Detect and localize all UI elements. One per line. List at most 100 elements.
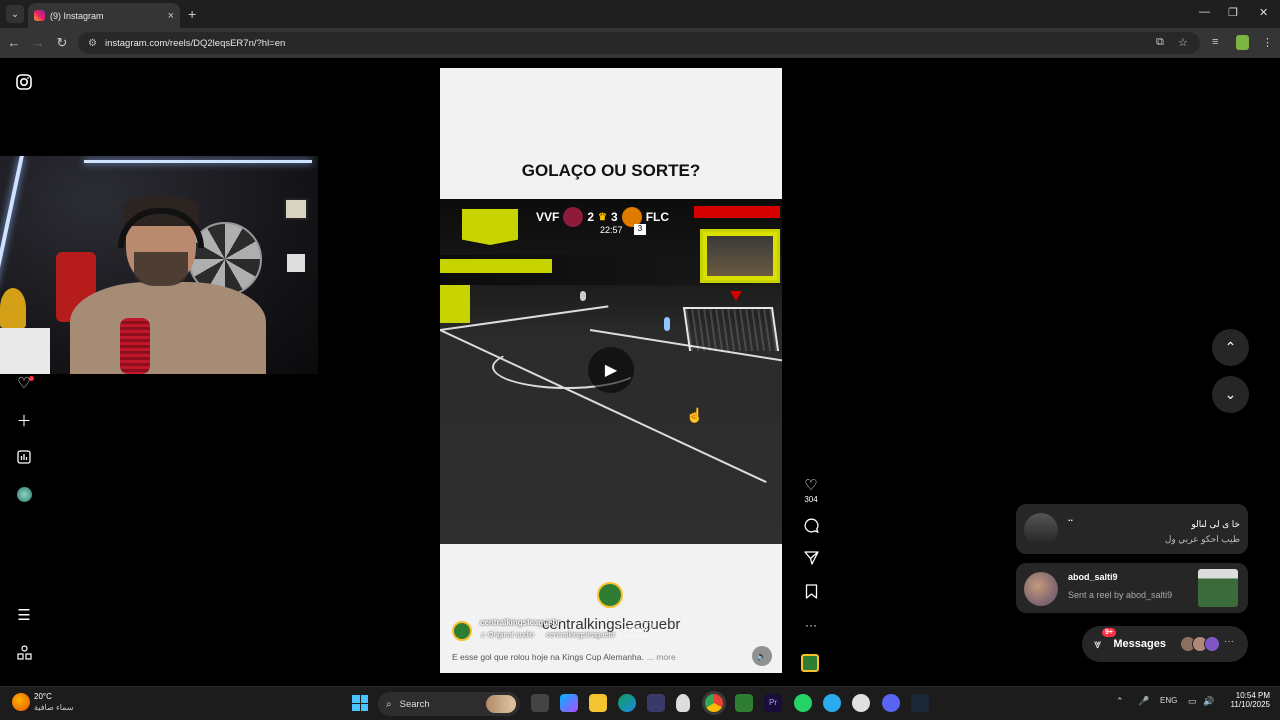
site-info-icon[interactable]: ⚙ <box>88 38 97 49</box>
weather-icon[interactable] <box>12 693 30 711</box>
windows-taskbar: 20°C سماء صافية ⌕ Search Pr ⌃ 🎤 ENG ▭ 🔊 … <box>0 686 1280 720</box>
message-preview: Sent a reel by abod_salti9 <box>1068 590 1173 600</box>
next-reel-chevron-down-icon[interactable]: ⌄ <box>1212 376 1249 413</box>
whatsapp-icon[interactable] <box>794 694 812 712</box>
start-windows-icon[interactable] <box>352 695 368 711</box>
match-banner <box>694 206 780 218</box>
ghost-app-icon[interactable] <box>676 694 690 712</box>
follow-button[interactable]: Follow <box>618 622 654 637</box>
file-explorer-icon[interactable] <box>589 694 607 712</box>
system-clock[interactable]: 10:54 PM 11/10/2025 <box>1226 691 1270 709</box>
weather-temperature[interactable]: 20°C <box>34 692 52 701</box>
dashboard-chart-icon[interactable] <box>14 447 34 467</box>
like-count: 304 <box>804 495 818 504</box>
browser-menu-icon[interactable]: ⋮ <box>1262 36 1273 49</box>
weather-description[interactable]: سماء صافية <box>34 703 74 712</box>
scoreboard: VVF 2 ♛ 3 FLC <box>536 207 669 227</box>
author-username[interactable]: centralkingsleaguebr <box>480 618 560 627</box>
close-window-button[interactable]: ✕ <box>1259 6 1268 19</box>
messenger-send-icon: ⩔ 9+ <box>1094 628 1116 652</box>
instagram-logo-icon[interactable] <box>14 72 34 92</box>
url-text: instagram.com/reels/DQ2leqsER7n/?hl=en <box>104 37 286 49</box>
store-icon[interactable] <box>647 694 665 712</box>
neon-light-top <box>84 160 312 163</box>
browser-tab[interactable]: (9) Instagram × <box>28 3 180 28</box>
stadium-screen <box>700 229 780 283</box>
messages-button[interactable]: ⩔ 9+ Messages ··· <box>1082 626 1248 662</box>
reel-card[interactable]: GOLAÇO OU SORTE? VVF 2 ♛ 3 FLC 22:57 3 ▶… <box>440 68 782 673</box>
tab-close-icon[interactable]: × <box>168 10 174 22</box>
play-button[interactable]: ▶ <box>588 347 634 393</box>
save-bookmark-icon[interactable] <box>800 584 822 603</box>
caption-more-link[interactable]: ... more <box>647 652 676 662</box>
back-arrow-icon[interactable]: ← <box>6 35 22 50</box>
input-language[interactable]: ENG <box>1160 696 1177 705</box>
audio-author[interactable]: centralkingsleaguebr <box>546 630 615 639</box>
edge-icon[interactable] <box>618 694 636 712</box>
install-app-icon[interactable]: ⧉ <box>1156 36 1164 49</box>
mute-speaker-icon[interactable]: 🔈 <box>752 646 772 666</box>
discord-icon[interactable] <box>882 694 900 712</box>
share-send-icon[interactable] <box>800 550 822 569</box>
audio-thumbnail[interactable] <box>801 654 819 672</box>
taskbar-search[interactable]: ⌕ Search <box>378 692 520 716</box>
create-plus-icon[interactable]: ＋ <box>14 410 34 430</box>
premiere-pro-icon[interactable]: Pr <box>764 694 782 712</box>
task-view-icon[interactable] <box>531 694 549 712</box>
home-crest-icon <box>563 207 584 227</box>
home-score: 2 <box>587 210 595 224</box>
audio-label[interactable]: ♫ Original audio <box>480 630 534 639</box>
reel-video[interactable]: VVF 2 ♛ 3 FLC 22:57 3 ▶ ☝ <box>440 199 782 544</box>
like-heart-icon[interactable]: ♡ <box>800 476 822 494</box>
neon-light-left <box>0 156 24 286</box>
reel-caption: E esse gol que rolou hoje na Kings Cup A… <box>452 652 676 662</box>
reel-title: GOLAÇO OU SORTE? <box>521 161 701 180</box>
app-icon[interactable] <box>735 694 753 712</box>
bookmark-star-icon[interactable]: ☆ <box>1178 36 1188 49</box>
tray-overflow-icon[interactable]: ⌃ <box>1116 696 1124 707</box>
streamer-beard <box>134 252 188 286</box>
match-period: 3 <box>634 224 646 235</box>
notification-dot <box>29 376 34 381</box>
music-app-icon[interactable] <box>852 694 870 712</box>
minimize-button[interactable]: — <box>1199 6 1210 18</box>
instagram-reels-page: ♡ ＋ ☰ GOLAÇO OU SORTE? VVF 2 ♛ 3 FLC 22:… <box>0 58 1280 686</box>
previous-reel-chevron-up-icon[interactable]: ⌃ <box>1212 329 1249 366</box>
address-bar[interactable]: ⚙ instagram.com/reels/DQ2leqsER7n/?hl=en… <box>78 32 1200 54</box>
trophy-decor <box>0 288 26 328</box>
match-clock: 22:57 <box>600 225 623 235</box>
network-icon[interactable]: ▭ <box>1188 696 1197 707</box>
tab-search-dropdown-icon[interactable]: ⌄ <box>6 5 24 23</box>
message-preview-line1: خا ى لى لىالو <box>1191 519 1240 529</box>
more-menu-icon[interactable]: ☰ <box>14 605 34 625</box>
more-chats-icon[interactable]: ··· <box>1224 636 1234 647</box>
reload-icon[interactable]: ↻ <box>54 35 70 51</box>
profile-avatar[interactable] <box>14 484 34 504</box>
chrome-icon[interactable] <box>705 694 723 712</box>
clock-date: 11/10/2025 <box>1230 700 1270 709</box>
browser-toolbar: ← → ↻ ⚙ instagram.com/reels/DQ2leqsER7n/… <box>0 28 1280 58</box>
comment-icon[interactable] <box>800 518 822 537</box>
reading-list-icon[interactable]: ≡ <box>1212 36 1218 48</box>
telegram-icon[interactable] <box>823 694 841 712</box>
more-options-icon[interactable]: ··· <box>800 618 822 632</box>
extension-icon[interactable] <box>1236 35 1249 50</box>
new-tab-button[interactable]: + <box>188 6 196 22</box>
steam-icon[interactable] <box>911 694 929 712</box>
meta-apps-icon[interactable] <box>14 642 34 662</box>
recent-chat-avatars <box>1180 636 1220 652</box>
restore-button[interactable]: ❐ <box>1228 6 1238 19</box>
microphone <box>120 318 150 374</box>
yellow-ad-board <box>440 259 552 273</box>
message-notification[interactable]: .. خا ى لى لىالو طيب احكو عربي ول <box>1016 504 1248 554</box>
kings-league-logo-icon <box>597 582 623 608</box>
away-team: FLC <box>645 210 670 224</box>
desk-shelf <box>0 328 50 374</box>
message-notification[interactable]: abod_salti9 Sent a reel by abod_salti9 <box>1016 563 1248 613</box>
copilot-icon[interactable] <box>560 694 578 712</box>
volume-icon[interactable]: 🔊 <box>1203 696 1214 707</box>
forward-arrow-icon[interactable]: → <box>30 35 46 50</box>
author-avatar[interactable] <box>452 621 472 641</box>
sender-avatar <box>1024 572 1058 606</box>
microphone-icon[interactable]: 🎤 <box>1138 696 1149 707</box>
